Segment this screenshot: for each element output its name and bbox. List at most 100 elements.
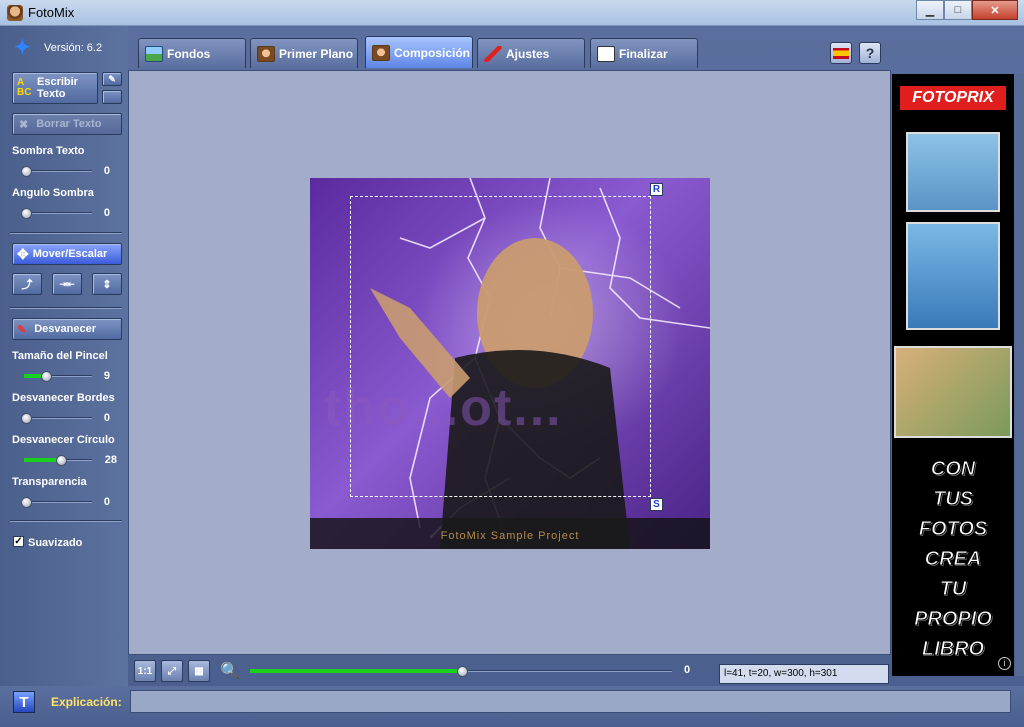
zoom-magnifier-icon: 🔍	[220, 663, 240, 680]
brush-size-value: 9	[103, 370, 110, 382]
fade-circle-value: 28	[104, 454, 117, 466]
slider-thumb[interactable]	[21, 497, 32, 508]
smooth-checkbox[interactable]: ✓	[13, 536, 24, 547]
portrait-icon	[372, 44, 390, 61]
explanation-field	[130, 690, 1011, 713]
advertisement-panel[interactable]: FOTOPRIX CON TUS FOTOS CREA TU PROPIO LI…	[892, 74, 1014, 676]
grid-icon: ▦	[194, 665, 204, 677]
fotomix-logo-icon: ✦	[14, 37, 31, 59]
slogan-line: FOTOS	[918, 518, 988, 541]
fade-button[interactable]: ✎ Desvanecer	[12, 318, 122, 340]
write-text-label: Escribir Texto	[37, 76, 78, 100]
pencil-icon: ✎	[108, 73, 116, 84]
erase-text-button[interactable]: ✖ Borrar Texto	[12, 113, 122, 135]
transparency-label: Transparencia	[12, 476, 87, 488]
brush-icon	[484, 45, 502, 62]
photo-collage-image	[894, 346, 1012, 438]
shadow-text-slider[interactable]	[21, 166, 92, 177]
language-button[interactable]	[830, 42, 852, 64]
composite-image: tho...ot... R S FotoMix Sample Project	[310, 178, 710, 549]
text-box-button[interactable]	[102, 90, 122, 104]
selection-box[interactable]	[350, 196, 651, 497]
window-title: FotoMix	[28, 5, 75, 20]
divider	[10, 307, 122, 309]
fit-icon: ⤢	[168, 665, 176, 677]
shadow-angle-label: Angulo Sombra	[12, 187, 94, 199]
slogan-line: LIBRO	[921, 638, 985, 661]
divider	[10, 232, 122, 234]
app-icon	[7, 5, 23, 21]
zoom-slider[interactable]	[250, 666, 672, 677]
tab-primer-plano[interactable]: Primer Plano	[250, 38, 358, 68]
maximize-button[interactable]: □	[944, 0, 972, 20]
slider-thumb[interactable]	[457, 666, 468, 677]
transparency-value: 0	[103, 496, 110, 508]
slider-thumb[interactable]	[41, 371, 52, 382]
scrollbar[interactable]	[1015, 74, 1024, 676]
ad-slogan: CON TUS FOTOS CREA TU PROPIO LIBRO	[892, 454, 1014, 664]
slider-thumb[interactable]	[21, 413, 32, 424]
grid-button[interactable]: ▦	[188, 660, 210, 682]
sample-watermark: FotoMix Sample Project	[440, 530, 580, 542]
tab-label: Fondos	[167, 46, 211, 61]
info-icon[interactable]: i	[998, 657, 1011, 670]
document-check-icon	[597, 45, 615, 62]
brush-icon: ✎	[17, 323, 27, 336]
flip-vertical-button[interactable]: ⇕	[92, 273, 122, 295]
tab-fondos[interactable]: Fondos	[138, 38, 246, 68]
slider-thumb[interactable]	[21, 208, 32, 219]
slogan-line: TU	[939, 578, 967, 601]
shadow-angle-slider[interactable]	[21, 208, 92, 219]
rotate-handle[interactable]: R	[650, 183, 663, 196]
status-bar: T Explicación:	[0, 686, 1024, 727]
version-label: Versión: 6.2	[44, 42, 103, 54]
photo-book-image	[906, 132, 1000, 212]
flip-horizontal-button[interactable]: ⇥⇤	[52, 273, 82, 295]
fotoprix-logo: FOTOPRIX	[900, 86, 1006, 110]
fade-label: Desvanecer	[34, 323, 96, 335]
close-button[interactable]: ✕	[972, 0, 1018, 20]
rotate-icon: ⤴	[21, 279, 33, 291]
tab-label: Primer Plano	[279, 46, 354, 61]
smooth-label: Suavizado	[28, 537, 83, 549]
explanation-label: Explicación:	[51, 695, 122, 709]
help-button[interactable]: ?	[859, 42, 881, 64]
erase-icon: ✖	[19, 118, 29, 131]
tab-label: Finalizar	[619, 46, 668, 61]
move-scale-label: Mover/Escalar	[32, 248, 108, 260]
slogan-line: TUS	[933, 488, 974, 511]
landscape-icon	[145, 45, 163, 62]
erase-text-label: Borrar Texto	[36, 118, 102, 130]
write-text-button[interactable]: A BC Escribir Texto	[12, 72, 98, 104]
composition-canvas[interactable]: tho...ot... R S FotoMix Sample Project	[128, 70, 891, 655]
zoom-toolbar: 1:1 ⤢ ▦ 🔍 0 l=41, t=20, w=300, h=301	[128, 656, 891, 686]
fit-to-window-button[interactable]: ⤢	[161, 660, 183, 682]
actual-size-button[interactable]: 1:1	[134, 660, 156, 682]
portrait-icon	[257, 45, 275, 62]
slider-thumb[interactable]	[56, 455, 67, 466]
flip-horizontal-icon: ⇥⇤	[59, 278, 75, 289]
brush-size-label: Tamaño del Pincel	[12, 350, 108, 362]
transparency-slider[interactable]	[21, 497, 92, 508]
edit-text-button[interactable]: ✎	[102, 72, 122, 86]
move-arrows-icon: ✥	[17, 245, 29, 262]
minimize-button[interactable]: ▁	[916, 0, 944, 20]
shadow-text-value: 0	[103, 165, 110, 177]
move-scale-button[interactable]: ✥ Mover/Escalar	[12, 243, 122, 265]
text-tool-button[interactable]: T	[13, 691, 35, 713]
slogan-line: PROPIO	[914, 608, 993, 631]
shadow-angle-value: 0	[103, 207, 110, 219]
flip-vertical-icon: ⇕	[102, 278, 112, 291]
zoom-value: 0	[684, 664, 691, 676]
fade-circle-slider[interactable]	[24, 455, 92, 466]
tab-ajustes[interactable]: Ajustes	[477, 38, 585, 68]
slider-thumb[interactable]	[21, 166, 32, 177]
slogan-line: CREA	[924, 548, 982, 571]
tab-composicion[interactable]: Composición	[365, 36, 473, 68]
scale-handle[interactable]: S	[650, 498, 663, 511]
rotate-button[interactable]: ⤴	[12, 273, 42, 295]
tab-finalizar[interactable]: Finalizar	[590, 38, 698, 68]
brush-size-slider[interactable]	[24, 371, 92, 382]
fade-edges-slider[interactable]	[21, 413, 92, 424]
fade-edges-value: 0	[103, 412, 110, 424]
